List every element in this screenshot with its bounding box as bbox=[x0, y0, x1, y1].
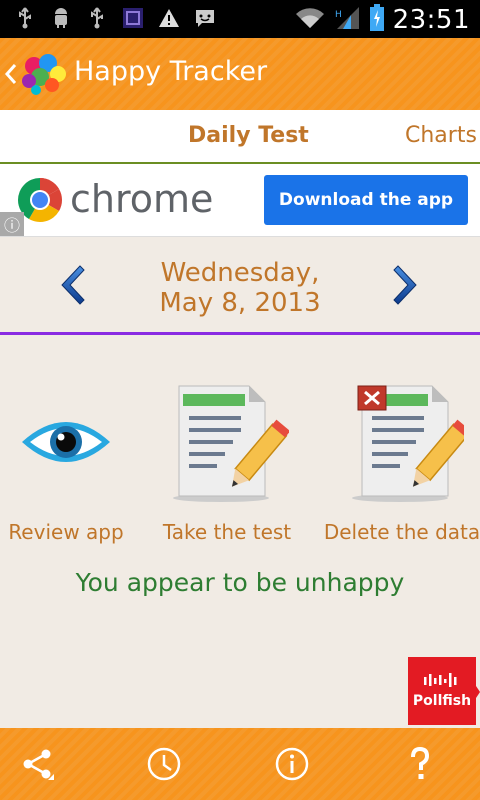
ad-info-icon[interactable]: ⓘ bbox=[0, 212, 24, 236]
app-notification-icon bbox=[122, 7, 144, 29]
wifi-icon bbox=[295, 6, 325, 34]
review-app-label: Review app bbox=[8, 520, 124, 544]
date-navigator: Wednesday, May 8, 2013 bbox=[0, 238, 480, 335]
pollfish-wave-icon bbox=[424, 673, 457, 687]
delete-data-label: Delete the data bbox=[323, 520, 480, 544]
help-icon[interactable] bbox=[402, 746, 438, 782]
next-day-arrow-icon[interactable] bbox=[390, 262, 426, 308]
back-chevron-icon[interactable] bbox=[4, 62, 18, 86]
clock-icon[interactable] bbox=[146, 746, 182, 782]
status-bar: H 23:51 bbox=[0, 0, 480, 38]
action-bar: Happy Tracker bbox=[0, 38, 480, 110]
android-debug-icon bbox=[50, 7, 72, 29]
app-logo-balloons-icon[interactable] bbox=[18, 50, 70, 98]
review-app-action[interactable]: Review app bbox=[0, 378, 146, 544]
ad-banner[interactable]: chrome Download the app bbox=[0, 164, 480, 237]
pollfish-widget[interactable]: Pollfish bbox=[408, 657, 476, 725]
usb-icon bbox=[14, 7, 36, 29]
ad-download-button[interactable]: Download the app bbox=[264, 175, 468, 225]
tab-charts[interactable]: Charts bbox=[405, 123, 477, 148]
svg-text:H: H bbox=[335, 10, 342, 20]
pollfish-tab-pointer bbox=[476, 686, 480, 698]
app-title: Happy Tracker bbox=[74, 56, 268, 87]
usb-icon bbox=[86, 7, 108, 29]
bottom-toolbar bbox=[0, 728, 480, 800]
take-test-action[interactable]: Take the test bbox=[147, 378, 307, 544]
signal-icon: H bbox=[333, 5, 361, 35]
mood-status-message: You appear to be unhappy bbox=[75, 568, 405, 597]
tab-bar: Daily Test Charts bbox=[0, 110, 480, 164]
delete-document-icon bbox=[352, 385, 464, 502]
share-icon[interactable] bbox=[20, 746, 56, 782]
edit-document-icon bbox=[173, 385, 289, 502]
take-test-label: Take the test bbox=[162, 520, 292, 544]
eye-icon bbox=[22, 422, 110, 462]
battery-charging-icon bbox=[369, 4, 385, 36]
ad-brand-text: chrome bbox=[70, 177, 214, 221]
tab-daily-test[interactable]: Daily Test bbox=[188, 123, 309, 148]
info-icon[interactable] bbox=[274, 746, 310, 782]
warning-icon bbox=[158, 7, 180, 29]
message-icon bbox=[194, 7, 216, 29]
delete-data-action[interactable]: Delete the data bbox=[322, 378, 480, 544]
pollfish-label: Pollfish bbox=[412, 693, 472, 709]
clock-time: 23:51 bbox=[392, 5, 470, 35]
